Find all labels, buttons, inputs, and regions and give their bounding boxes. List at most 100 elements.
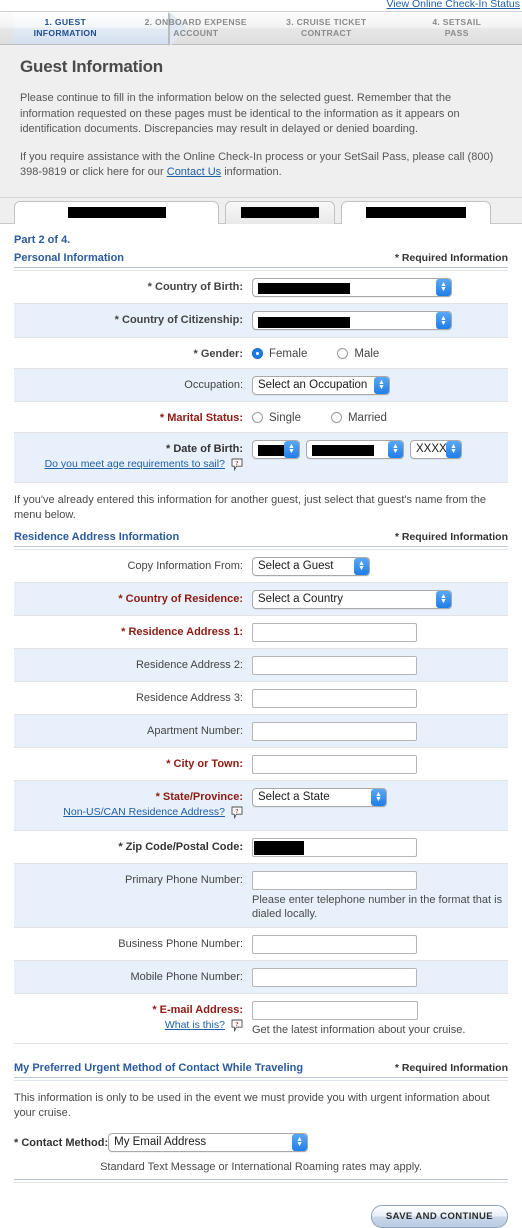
dob-selects: ▲▼ ▲▼ XXXX ▲▼ (252, 440, 508, 459)
step-4-line1: 4. SETSAIL (392, 17, 522, 28)
marital-married-label: Married (348, 412, 387, 424)
residence-address-3-label: Residence Address 3: (14, 688, 252, 706)
guest-tab-3[interactable] (341, 201, 491, 224)
chevron-updown-icon: ▲▼ (374, 377, 389, 394)
residence-address-2-input[interactable] (252, 656, 417, 675)
contact-method-label: * Contact Method: (14, 1135, 108, 1149)
city-or-town-label: * City or Town: (14, 754, 252, 772)
country-of-residence-select[interactable]: Select a Country ▲▼ (252, 590, 452, 609)
age-requirements-link[interactable]: Do you meet age requirements to sail? (45, 458, 225, 470)
apartment-number-label: Apartment Number: (14, 721, 252, 739)
country-of-citizenship-select[interactable]: ▲▼ (252, 311, 452, 330)
row-gender: * Gender: Female Male (14, 338, 508, 369)
step-1-line2: INFORMATION (0, 28, 131, 39)
marital-radio-married[interactable]: Married (331, 412, 387, 424)
city-or-town-input[interactable] (252, 755, 417, 774)
email-address-input[interactable] (252, 1001, 418, 1020)
step-guest-information[interactable]: 1. GUEST INFORMATION (0, 17, 131, 39)
apartment-number-input[interactable] (252, 722, 417, 741)
row-contact-method: * Contact Method: My Email Address ▲▼ (14, 1129, 508, 1156)
country-of-residence-field: Select a Country ▲▼ (252, 589, 508, 609)
chevron-updown-icon: ▲▼ (446, 441, 461, 458)
copy-information-from-select[interactable]: Select a Guest ▲▼ (252, 557, 370, 576)
mobile-phone-input[interactable] (252, 968, 417, 987)
residence-address-3-input[interactable] (252, 689, 417, 708)
country-of-birth-value (258, 280, 436, 294)
help-bubble-icon[interactable]: ? (231, 1019, 243, 1037)
dob-year-select[interactable]: XXXX ▲▼ (410, 440, 462, 459)
city-or-town-field (252, 754, 508, 774)
residence-address-2-label: Residence Address 2: (14, 655, 252, 673)
intro-panel: Guest Information Please continue to fil… (0, 45, 522, 198)
occupation-select[interactable]: Select an Occupation ▲▼ (252, 376, 390, 395)
non-us-can-residence-link[interactable]: Non-US/CAN Residence Address? (63, 806, 225, 818)
guest-tab-1-name-redacted (68, 207, 166, 218)
radio-female-icon[interactable] (252, 348, 263, 359)
business-phone-input[interactable] (252, 935, 417, 954)
copy-information-from-label: Copy Information From: (14, 556, 252, 574)
date-of-birth-label: * Date of Birth: Do you meet age require… (14, 439, 252, 476)
residence-address-2-field (252, 655, 508, 675)
row-residence-address-2: Residence Address 2: (14, 649, 508, 682)
help-bubble-icon[interactable]: ? (231, 458, 243, 476)
what-is-this-link[interactable]: What is this? (165, 1019, 225, 1031)
row-country-of-citizenship: * Country of Citizenship: ▲▼ (14, 304, 508, 338)
form-content: Part 2 of 4. Personal Information * Requ… (0, 234, 522, 1183)
chevron-updown-icon: ▲▼ (354, 558, 369, 575)
personal-required-note: * Required Information (395, 252, 508, 264)
wizard-steps: 1. GUEST INFORMATION 2. ONBOARD EXPENSE … (0, 11, 522, 45)
marital-radio-single[interactable]: Single (252, 412, 301, 424)
residence-address-1-field (252, 622, 508, 642)
chevron-updown-icon: ▲▼ (388, 441, 403, 458)
guest-tabs (14, 198, 508, 224)
step-2-line1: 2. ONBOARD EXPENSE (131, 17, 262, 28)
state-province-value: Select a State (258, 789, 371, 806)
view-online-checkin-status-link[interactable]: View Online Check-In Status (387, 0, 520, 10)
dob-month-select[interactable]: ▲▼ (252, 440, 300, 459)
help-bubble-icon[interactable]: ? (231, 806, 243, 824)
row-copy-information-from: Copy Information From: Select a Guest ▲▼ (14, 550, 508, 583)
step-4-line2: PASS (392, 28, 522, 39)
country-of-birth-label: * Country of Birth: (14, 277, 252, 295)
row-mobile-phone: Mobile Phone Number: (14, 961, 508, 994)
step-setsail-pass[interactable]: 4. SETSAIL PASS (392, 17, 522, 39)
state-province-select[interactable]: Select a State ▲▼ (252, 788, 387, 807)
copy-information-from-value: Select a Guest (258, 558, 354, 575)
date-of-birth-field: ▲▼ ▲▼ XXXX ▲▼ (252, 439, 508, 459)
radio-male-icon[interactable] (337, 348, 348, 359)
gender-radio-male[interactable]: Male (337, 348, 379, 360)
topbar: View Online Check-In Status (0, 0, 522, 11)
gender-label: * Gender: (14, 344, 252, 362)
guest-tab-2[interactable] (225, 201, 335, 224)
urgent-section-divider (14, 1077, 508, 1081)
guest-tab-1[interactable] (14, 201, 219, 224)
residence-address-1-input[interactable] (252, 623, 417, 642)
row-occupation: Occupation: Select an Occupation ▲▼ (14, 369, 508, 402)
zip-code-label: * Zip Code/Postal Code: (14, 837, 252, 855)
zip-code-input[interactable] (252, 838, 417, 857)
step-cruise-ticket-contract[interactable]: 3. CRUISE TICKET CONTRACT (261, 17, 392, 39)
zip-code-field (252, 837, 508, 857)
country-of-citizenship-value (258, 314, 436, 328)
urgent-contact-header: My Preferred Urgent Method of Contact Wh… (14, 1062, 508, 1074)
marital-status-radio-group: Single Married (252, 409, 508, 424)
row-zip-code: * Zip Code/Postal Code: (14, 831, 508, 864)
radio-married-icon[interactable] (331, 412, 342, 423)
country-of-birth-select[interactable]: ▲▼ (252, 278, 452, 297)
business-phone-label: Business Phone Number: (14, 934, 252, 952)
step-onboard-expense-account[interactable]: 2. ONBOARD EXPENSE ACCOUNT (131, 17, 262, 39)
dob-day-select[interactable]: ▲▼ (306, 440, 404, 459)
email-address-field: Get the latest information about your cr… (252, 1000, 508, 1037)
svg-text:?: ? (235, 460, 238, 467)
part-label: Part 2 of 4. (14, 234, 508, 246)
primary-phone-input[interactable] (252, 871, 417, 890)
state-province-field: Select a State ▲▼ (252, 787, 508, 807)
state-province-label: * State/Province: Non-US/CAN Residence A… (14, 787, 252, 824)
contact-us-link[interactable]: Contact Us (167, 166, 221, 178)
radio-single-icon[interactable] (252, 412, 263, 423)
row-city-or-town: * City or Town: (14, 748, 508, 781)
gender-radio-female[interactable]: Female (252, 348, 307, 360)
save-and-continue-button[interactable]: SAVE AND CONTINUE (371, 1205, 508, 1228)
row-business-phone: Business Phone Number: (14, 928, 508, 961)
row-marital-status: * Marital Status: Single Married (14, 402, 508, 433)
